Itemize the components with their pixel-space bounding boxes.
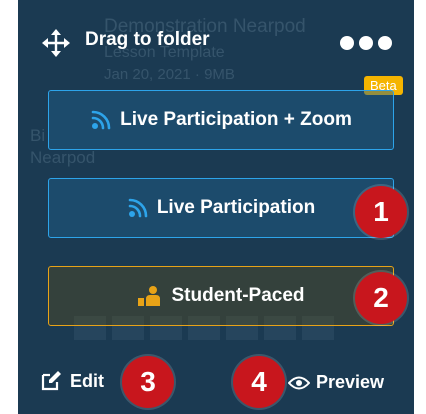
callout-marker-4: 4 — [233, 356, 285, 408]
lesson-card: Demonstration Nearpod Lesson Template Ja… — [18, 0, 414, 414]
edit-icon — [40, 370, 62, 392]
edit-button[interactable]: Edit — [40, 370, 104, 392]
live-participation-zoom-button[interactable]: Live Participation + Zoom — [48, 90, 394, 150]
more-options-icon[interactable] — [340, 36, 392, 50]
student-paced-icon — [137, 285, 163, 307]
card-bottombar: Edit Preview — [18, 350, 414, 410]
callout-marker-1: 1 — [355, 186, 407, 238]
background-left-text-2: Nearpod — [30, 148, 96, 167]
background-left-text: Bi — [30, 126, 46, 145]
live-participation-zoom-label: Live Participation + Zoom — [120, 109, 352, 130]
preview-button[interactable]: Preview — [288, 372, 384, 393]
live-participation-button[interactable]: Live Participation — [48, 178, 394, 238]
drag-to-folder-label[interactable]: Drag to folder — [85, 29, 210, 51]
eye-icon — [288, 375, 310, 391]
edit-label: Edit — [70, 370, 104, 391]
callout-marker-2: 2 — [355, 272, 407, 324]
callout-marker-3: 3 — [122, 356, 174, 408]
preview-label: Preview — [316, 372, 385, 392]
broadcast-icon — [90, 109, 112, 131]
live-participation-label: Live Participation — [156, 197, 316, 218]
student-paced-label: Student-Paced — [171, 285, 305, 306]
broadcast-icon — [127, 197, 149, 219]
card-topbar: Drag to folder — [18, 0, 414, 80]
student-paced-button[interactable]: Student-Paced — [48, 266, 394, 326]
move-arrows-icon[interactable] — [42, 29, 70, 57]
